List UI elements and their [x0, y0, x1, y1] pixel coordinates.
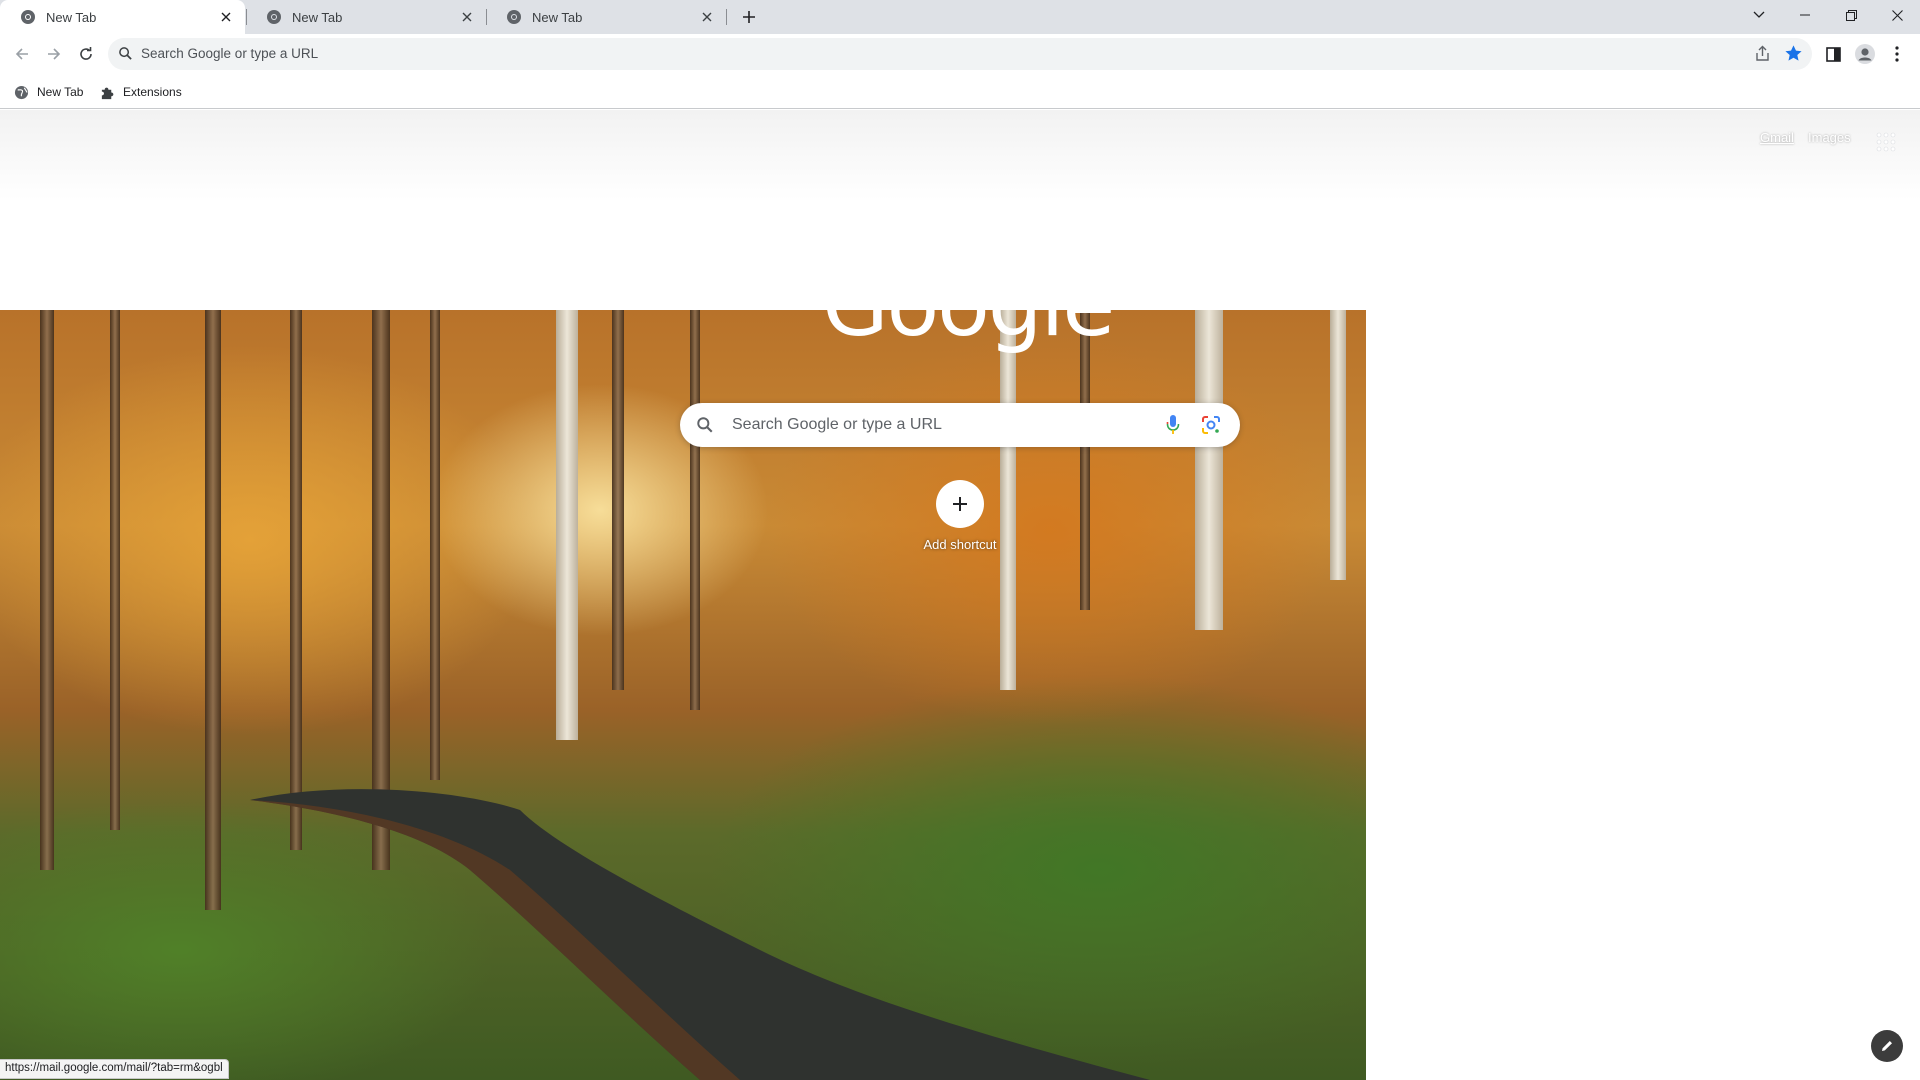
- add-shortcut-circle: [936, 480, 984, 528]
- close-window-button[interactable]: [1874, 0, 1920, 30]
- arrow-right-icon: [48, 48, 61, 60]
- tab-search-button[interactable]: [1736, 0, 1782, 30]
- status-url-bubble: https://mail.google.com/mail/?tab=rm&ogb…: [0, 1059, 229, 1079]
- tab-divider: [726, 9, 727, 25]
- images-link[interactable]: Images: [1808, 130, 1851, 145]
- tab-strip: New Tab New Tab New Tab: [0, 0, 1920, 34]
- minimize-button[interactable]: [1782, 0, 1828, 30]
- toolbar: Search Google or type a URL: [0, 34, 1920, 74]
- bookmark-label: Extensions: [123, 85, 182, 99]
- avatar-icon: [1855, 44, 1875, 64]
- tab-1[interactable]: New Tab: [0, 0, 245, 34]
- pencil-icon: [1882, 1041, 1892, 1051]
- address-bar-placeholder: Search Google or type a URL: [141, 46, 319, 61]
- arrow-left-icon: [15, 48, 28, 60]
- bookmarks-bar: New Tab Extensions: [0, 74, 1920, 109]
- plus-icon: [953, 497, 967, 511]
- address-bar[interactable]: Search Google or type a URL: [108, 38, 1812, 70]
- minimize-icon: [1800, 14, 1810, 16]
- search-icon: [119, 47, 132, 60]
- bookmark-label: New Tab: [37, 85, 84, 99]
- google-apps-button[interactable]: [1874, 130, 1898, 154]
- add-shortcut-label: Add shortcut: [923, 537, 997, 552]
- ntp-search-box[interactable]: Search Google or type a URL: [680, 403, 1240, 447]
- bookmark-extensions[interactable]: Extensions: [100, 82, 182, 102]
- tab-3[interactable]: New Tab: [486, 0, 726, 34]
- close-tab-icon[interactable]: [217, 8, 235, 26]
- more-vert-icon: [1895, 46, 1899, 62]
- bookmark-new-tab[interactable]: New Tab: [14, 82, 83, 102]
- profile-button[interactable]: [1851, 40, 1879, 68]
- close-tab-icon[interactable]: [458, 8, 476, 26]
- tab-2[interactable]: New Tab: [246, 0, 486, 34]
- add-shortcut-button[interactable]: Add shortcut: [910, 480, 1010, 560]
- tab-title: New Tab: [532, 9, 583, 25]
- back-button[interactable]: [8, 40, 36, 68]
- side-panel-button[interactable]: [1819, 40, 1847, 68]
- bookmark-star-icon[interactable]: [1784, 44, 1803, 63]
- plus-icon: [743, 11, 755, 23]
- chevron-down-icon: [1753, 11, 1765, 18]
- search-icon: [697, 417, 713, 433]
- customize-chrome-button[interactable]: [1871, 1030, 1903, 1062]
- chrome-icon: [267, 10, 281, 24]
- chrome-icon: [21, 10, 35, 24]
- puzzle-icon: [101, 87, 114, 99]
- tab-title: New Tab: [46, 9, 97, 25]
- restore-button[interactable]: [1828, 0, 1874, 30]
- share-icon[interactable]: [1754, 45, 1771, 62]
- apps-grid-icon: [1876, 132, 1896, 152]
- close-tab-icon[interactable]: [698, 8, 716, 26]
- new-tab-button[interactable]: [737, 5, 761, 29]
- google-logo-text: Google: [822, 256, 1115, 356]
- microphone-icon[interactable]: [1166, 414, 1180, 436]
- globe-icon: [14, 85, 29, 99]
- menu-button[interactable]: [1883, 40, 1911, 68]
- new-tab-page: Gmail Images Google Search Google or typ…: [0, 110, 1920, 1080]
- reload-button[interactable]: [72, 40, 100, 68]
- google-lens-icon[interactable]: [1200, 414, 1222, 436]
- google-logo: Google: [822, 256, 1115, 356]
- close-icon: [1891, 9, 1903, 21]
- ntp-search-placeholder: Search Google or type a URL: [732, 416, 942, 433]
- gmail-link[interactable]: Gmail: [1760, 130, 1794, 145]
- chrome-icon: [507, 10, 521, 24]
- tab-title: New Tab: [292, 9, 343, 25]
- forward-button[interactable]: [40, 40, 68, 68]
- side-panel-icon: [1825, 46, 1841, 62]
- reload-icon: [80, 47, 92, 60]
- restore-icon: [1845, 9, 1857, 21]
